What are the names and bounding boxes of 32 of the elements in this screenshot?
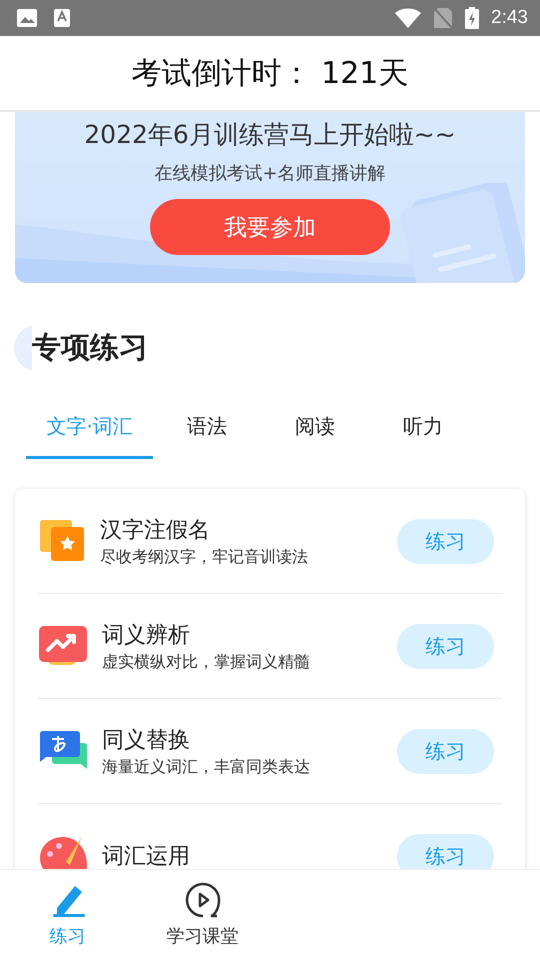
exercise-description: 海量近义词汇，丰富同类表达 — [102, 756, 311, 778]
exercise-title: 同义替换 — [102, 726, 191, 754]
category-tab[interactable]: 听力 — [369, 397, 477, 459]
exercise-title: 词义辨析 — [102, 622, 191, 650]
image-icon — [16, 8, 38, 28]
no-sim-icon — [433, 7, 454, 29]
exercise-title: 词汇运用 — [102, 843, 191, 869]
nav-item[interactable]: 练习 — [0, 870, 135, 960]
status-time: 2:43 — [491, 7, 528, 29]
chart-trend-icon — [38, 624, 88, 668]
exercise-title: 汉字注假名 — [100, 516, 211, 544]
banner-headline: 2022年6月训练营马上开始啦~~ — [84, 119, 456, 151]
battery-icon — [465, 7, 480, 29]
page-title: 考试倒计时： 121天 — [132, 54, 408, 92]
join-button[interactable]: 我要参加 — [150, 199, 390, 255]
wifi-icon — [395, 8, 422, 28]
nav-item[interactable]: 学习课堂 — [135, 870, 270, 960]
practice-button[interactable]: 练习 — [397, 518, 494, 564]
category-tab[interactable]: 阅读 — [261, 397, 369, 459]
category-tab[interactable]: 语法 — [153, 397, 261, 459]
section-title: 专项练习 — [32, 329, 148, 366]
notification-icon — [54, 8, 70, 28]
exercise-description: 虚实横纵对比，掌握词义精髓 — [102, 652, 311, 672]
practice-button[interactable]: 练习 — [397, 624, 494, 668]
palette-icon — [38, 834, 88, 869]
play-circle-icon — [184, 882, 220, 918]
exercise-description: 尽收考纲汉字，牢记音训读法 — [100, 546, 309, 568]
category-tab[interactable]: 文字·词汇 — [26, 397, 153, 459]
banner-subline: 在线模拟考试+名师直播讲解 — [154, 162, 386, 185]
practice-button[interactable]: 练习 — [397, 728, 494, 774]
star-card-icon — [38, 518, 86, 564]
practice-button[interactable]: 练习 — [397, 834, 494, 869]
